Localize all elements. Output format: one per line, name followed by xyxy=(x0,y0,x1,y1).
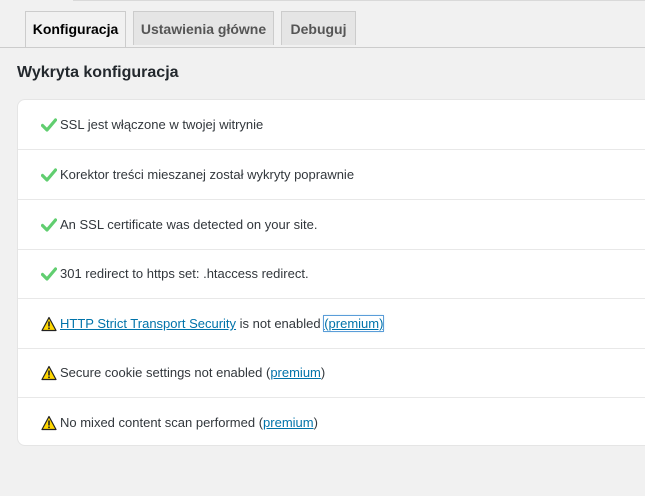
list-item: Secure cookie settings not enabled (prem… xyxy=(18,348,645,398)
tab-debuguj[interactable]: Debuguj xyxy=(281,11,356,45)
item-text: HTTP Strict Transport Security is not en… xyxy=(60,315,385,332)
item-text-part: is not enabled xyxy=(236,316,325,331)
checkmark-icon xyxy=(41,168,57,182)
premium-link[interactable]: premium xyxy=(270,365,321,380)
checkmark-icon xyxy=(41,218,57,232)
top-divider xyxy=(73,0,645,1)
premium-link[interactable]: premium xyxy=(263,415,314,430)
item-text-suffix: ) xyxy=(320,365,326,380)
tab-konfiguracja[interactable]: Konfiguracja xyxy=(25,11,126,47)
item-text: An SSL certificate was detected on your … xyxy=(60,217,318,232)
checkmark-icon xyxy=(41,118,57,132)
hsts-link[interactable]: HTTP Strict Transport Security xyxy=(60,316,236,331)
item-text: 301 redirect to https set: .htaccess red… xyxy=(60,266,309,281)
item-text: Korektor treści mieszanej został wykryty… xyxy=(60,167,355,182)
item-text: Secure cookie settings not enabled (prem… xyxy=(60,365,325,381)
item-text-part: No mixed content scan performed ( xyxy=(60,415,264,430)
item-text-suffix: ) xyxy=(313,415,318,430)
page-title: Wykryta konfiguracja xyxy=(17,64,179,81)
list-item: HTTP Strict Transport Security is not en… xyxy=(18,299,645,349)
list-item: An SSL certificate was detected on your … xyxy=(18,200,645,250)
tab-bar: Konfiguracja Ustawienia główne Debuguj xyxy=(0,11,645,48)
warning-icon xyxy=(41,365,57,381)
list-item: SSL jest włączone w twojej witrynie xyxy=(18,100,645,150)
list-item: Korektor treści mieszanej został wykryty… xyxy=(18,150,645,200)
warning-icon xyxy=(41,316,57,332)
warning-icon xyxy=(41,415,57,431)
configuration-list: SSL jest włączone w twojej witrynie Kore… xyxy=(17,99,645,446)
list-item: 301 redirect to https set: .htaccess red… xyxy=(18,249,645,299)
list-item: No mixed content scan performed (premium… xyxy=(18,398,645,445)
item-text-part: Secure cookie settings not enabled ( xyxy=(60,365,271,380)
tab-ustawienia-glowne[interactable]: Ustawienia główne xyxy=(133,11,274,45)
item-text: No mixed content scan performed (premium… xyxy=(60,415,318,431)
checkmark-icon xyxy=(41,267,57,281)
item-text: SSL jest włączone w twojej witrynie xyxy=(60,117,264,132)
premium-link[interactable]: (premium) xyxy=(323,315,385,332)
